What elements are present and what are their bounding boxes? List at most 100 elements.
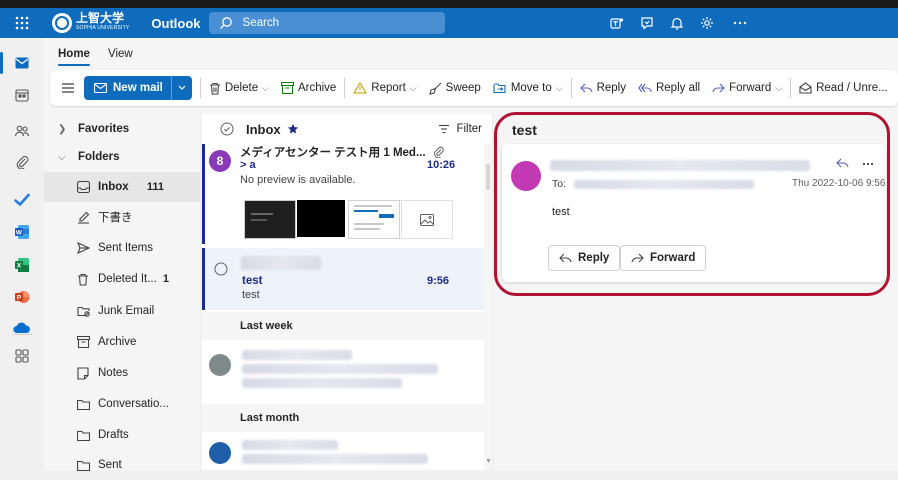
share-note-icon[interactable] bbox=[632, 8, 662, 38]
attachment-thumbnail[interactable] bbox=[244, 200, 296, 239]
redacted-sender bbox=[242, 440, 338, 450]
university-name: 上智大学 bbox=[76, 11, 125, 25]
folder-drafts-jp[interactable]: 下書き bbox=[44, 202, 200, 232]
message-item-selected[interactable]: test 9:56 test bbox=[202, 248, 484, 310]
tab-home[interactable]: Home bbox=[58, 48, 90, 66]
favorite-star-icon[interactable] bbox=[287, 123, 299, 135]
redacted-subject bbox=[242, 364, 438, 374]
folder-conversation-history[interactable]: Conversatio... bbox=[44, 389, 200, 419]
folders-header[interactable]: ⌵ Folders bbox=[44, 142, 200, 172]
inbox-title: Inbox bbox=[246, 121, 281, 137]
archive-icon bbox=[74, 333, 92, 351]
junk-icon bbox=[74, 302, 92, 320]
folder-archive[interactable]: Archive bbox=[44, 327, 200, 357]
new-mail-button[interactable]: New mail bbox=[84, 76, 192, 100]
powerpoint-icon[interactable]: P bbox=[0, 283, 44, 311]
folder-notes[interactable]: Notes bbox=[44, 358, 200, 388]
search-box[interactable]: Search bbox=[208, 12, 445, 34]
archive-label: Archive bbox=[297, 82, 337, 94]
delete-button[interactable]: Delete ⌵ bbox=[203, 74, 275, 102]
message-item[interactable] bbox=[202, 340, 484, 400]
excel-icon[interactable]: X bbox=[0, 251, 44, 279]
folder-junk-email[interactable]: Junk Email bbox=[44, 296, 200, 326]
message-preview: No preview is available. bbox=[240, 174, 356, 186]
trash-icon bbox=[209, 82, 220, 95]
message-list-header: Inbox Filter bbox=[202, 114, 482, 144]
new-mail-dropdown[interactable] bbox=[170, 76, 192, 100]
attachment-thumbnail[interactable] bbox=[401, 200, 453, 239]
reply-all-button[interactable]: Reply all bbox=[632, 74, 706, 102]
tab-view-label: View bbox=[108, 48, 133, 60]
reply-label: Reply bbox=[596, 82, 626, 94]
forward-icon bbox=[712, 83, 725, 93]
onedrive-icon[interactable] bbox=[0, 314, 44, 342]
teams-icon[interactable] bbox=[602, 8, 632, 38]
more-options-icon[interactable] bbox=[722, 8, 758, 38]
group-header-last-week: Last week bbox=[202, 312, 484, 340]
chevron-down-icon[interactable]: ⌵ bbox=[556, 83, 563, 94]
move-to-button[interactable]: Move to ⌵ bbox=[487, 74, 569, 102]
folder-label: Conversatio... bbox=[98, 398, 169, 410]
app-launcher-icon[interactable] bbox=[0, 8, 44, 38]
word-icon[interactable]: W bbox=[0, 218, 44, 246]
folder-drafts[interactable]: Drafts bbox=[44, 420, 200, 450]
message-item[interactable]: 8 メディアセンター テスト用 1 Med... > a 10:26 No pr… bbox=[202, 144, 484, 244]
folder-icon bbox=[74, 426, 92, 444]
folder-sent[interactable]: Sent bbox=[44, 450, 200, 480]
move-folder-icon bbox=[493, 83, 506, 94]
chevron-down-icon[interactable]: ⌵ bbox=[410, 83, 417, 94]
folder-icon bbox=[74, 395, 92, 413]
message-list-scrollbar[interactable]: ▼ bbox=[484, 144, 492, 470]
forward-button[interactable]: Forward ⌵ bbox=[706, 74, 788, 102]
select-circle-icon[interactable] bbox=[214, 262, 228, 276]
university-seal-icon bbox=[52, 13, 72, 33]
chevron-down-icon[interactable]: ⌵ bbox=[775, 83, 782, 94]
report-label: Report bbox=[371, 82, 406, 94]
people-icon[interactable] bbox=[0, 117, 44, 145]
svg-text:X: X bbox=[17, 263, 22, 270]
folder-inbox[interactable]: Inbox 111 bbox=[44, 172, 200, 202]
report-button[interactable]: Report ⌵ bbox=[347, 74, 422, 102]
scrollbar-thumb[interactable] bbox=[486, 164, 490, 190]
toggle-folder-pane-button[interactable] bbox=[54, 82, 82, 94]
folder-label: Sent Items bbox=[98, 242, 153, 254]
draft-icon bbox=[74, 208, 92, 226]
university-logo: 上智大学 SOPHIA UNIVERSITY bbox=[52, 11, 129, 33]
sweep-button[interactable]: Sweep bbox=[423, 74, 487, 102]
search-placeholder: Search bbox=[242, 17, 279, 29]
favorites-header[interactable]: ❯ Favorites bbox=[44, 114, 200, 144]
folder-deleted-items[interactable]: Deleted It... 1 bbox=[44, 264, 200, 294]
todo-check-icon[interactable] bbox=[0, 186, 44, 214]
select-all-circle-icon[interactable] bbox=[220, 122, 234, 136]
mail-icon[interactable] bbox=[0, 49, 44, 77]
new-mail-label: New mail bbox=[113, 82, 163, 94]
attachment-thumbnail[interactable] bbox=[297, 200, 345, 237]
folder-label: Archive bbox=[98, 336, 137, 348]
app-name[interactable]: Outlook bbox=[151, 16, 200, 31]
folder-label: Deleted It... bbox=[98, 273, 157, 285]
tab-view[interactable]: View bbox=[108, 48, 133, 60]
image-icon bbox=[420, 213, 434, 226]
avatar-letter: 8 bbox=[216, 154, 224, 168]
bell-icon[interactable] bbox=[662, 8, 692, 38]
divider bbox=[570, 78, 572, 98]
filter-icon[interactable] bbox=[438, 124, 450, 134]
filter-label[interactable]: Filter bbox=[456, 123, 482, 135]
scroll-down-arrow[interactable]: ▼ bbox=[485, 458, 492, 465]
message-item[interactable] bbox=[202, 432, 484, 470]
attachment-icon[interactable] bbox=[0, 148, 44, 176]
read-unread-button[interactable]: Read / Unre... bbox=[793, 74, 894, 102]
more-apps-icon[interactable] bbox=[0, 342, 44, 370]
redacted-sender bbox=[241, 256, 321, 270]
calendar-icon[interactable] bbox=[0, 81, 44, 109]
message-time: 10:26 bbox=[427, 159, 456, 171]
archive-button[interactable]: Archive bbox=[275, 74, 342, 102]
folder-sent-items[interactable]: Sent Items bbox=[44, 233, 200, 263]
attachment-thumbnail[interactable] bbox=[348, 200, 400, 239]
chevron-down-icon[interactable]: ⌵ bbox=[262, 83, 269, 94]
settings-gear-icon[interactable] bbox=[692, 8, 722, 38]
reply-button[interactable]: Reply bbox=[574, 74, 632, 102]
divider bbox=[199, 78, 201, 98]
envelope-open-icon bbox=[799, 82, 812, 94]
tab-home-underline bbox=[58, 64, 90, 66]
